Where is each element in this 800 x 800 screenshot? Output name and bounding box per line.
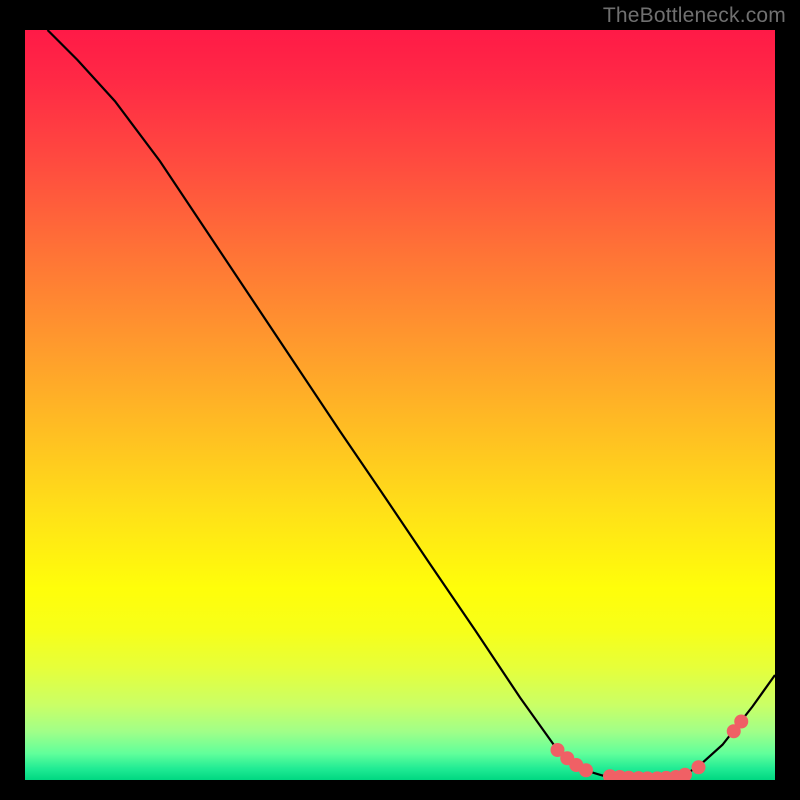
curve-marker [692, 760, 706, 774]
chart-svg [25, 30, 775, 780]
curve-marker [734, 715, 748, 729]
chart-area [25, 30, 775, 780]
gradient-background [25, 30, 775, 780]
attribution-text: TheBottleneck.com [603, 4, 786, 28]
curve-marker [579, 763, 593, 777]
chart-wrapper: TheBottleneck.com [0, 0, 800, 800]
